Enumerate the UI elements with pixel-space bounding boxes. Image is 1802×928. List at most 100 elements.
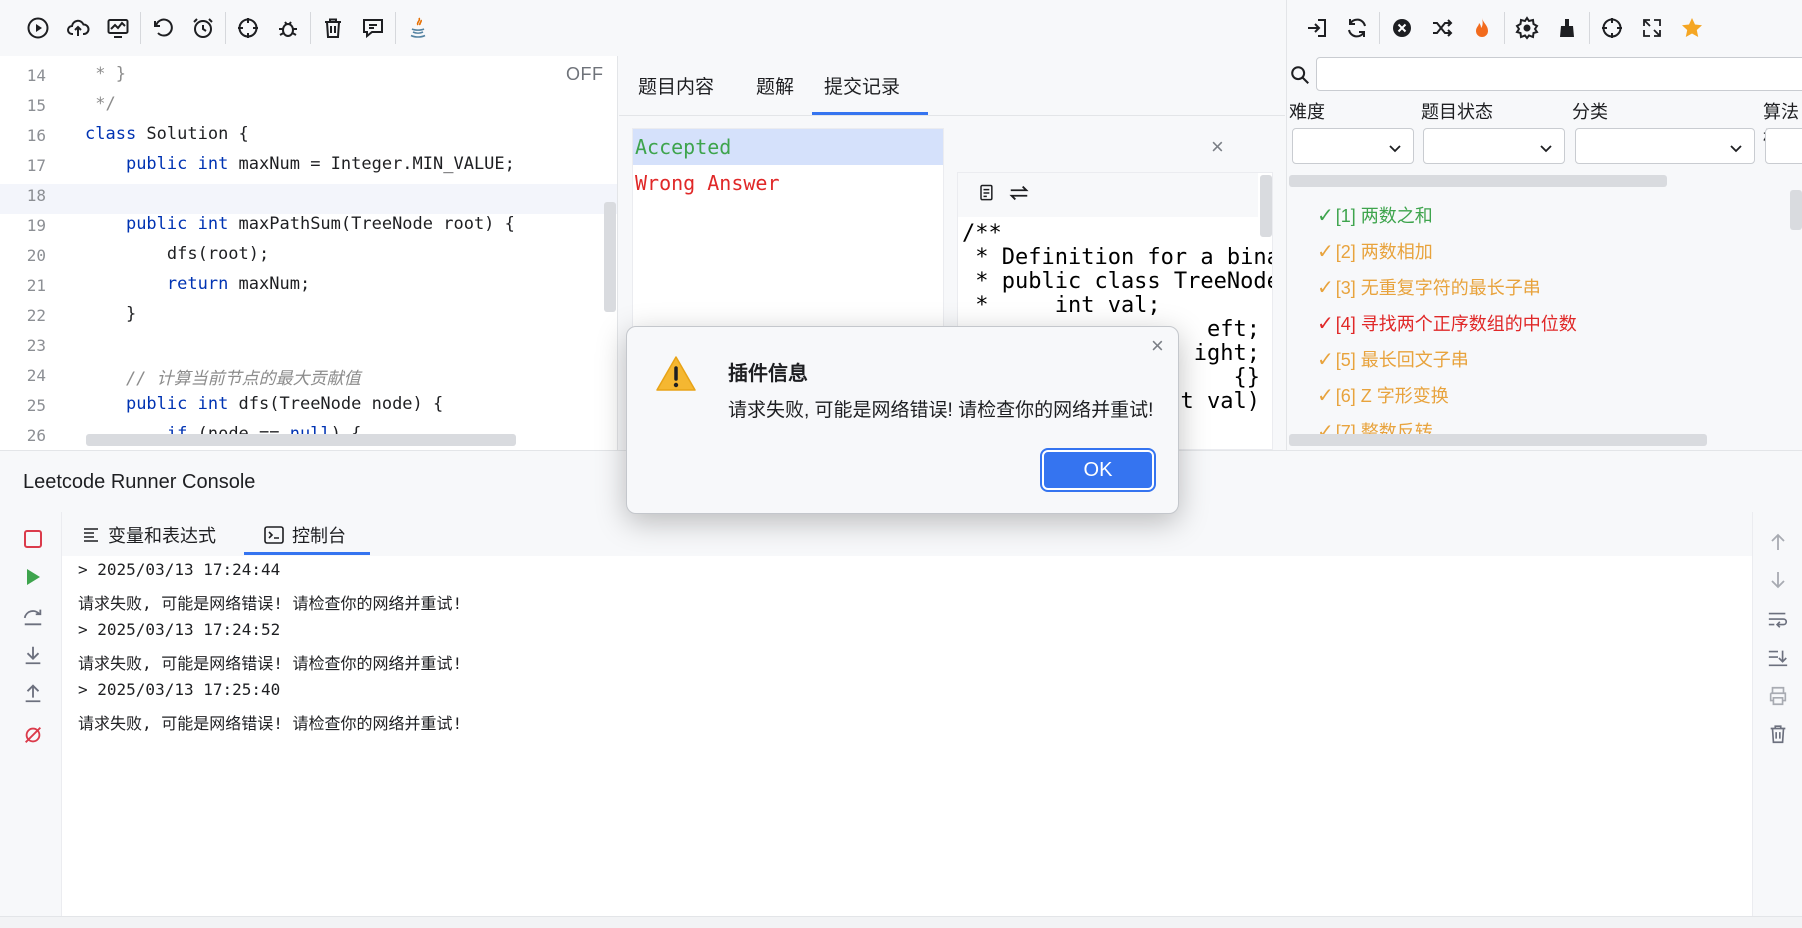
check-icon: ✓ [1317, 241, 1334, 263]
scroll-up-button[interactable] [1766, 530, 1790, 554]
editor-horizontal-scrollbar[interactable] [86, 434, 516, 446]
submission-item-accepted[interactable]: Accepted [633, 129, 943, 165]
line-number: 19 [26, 216, 46, 235]
java-icon [410, 17, 426, 38]
code-text: maxNum = Integer.MIN_VALUE; [228, 154, 515, 174]
filter-horizontal-scrollbar[interactable] [1289, 175, 1667, 187]
comment-button[interactable] [353, 8, 393, 48]
login-button[interactable] [1297, 8, 1337, 48]
trash-icon [325, 18, 341, 38]
mute-breakpoints-button[interactable] [20, 722, 46, 748]
print-button[interactable] [1766, 684, 1790, 708]
debug-button[interactable] [268, 8, 308, 48]
ok-button[interactable]: OK [1040, 448, 1156, 492]
crosshair-icon [1602, 18, 1622, 38]
off-indicator[interactable]: OFF [566, 64, 604, 85]
code-editor[interactable]: OFF 14 * } 15 */ 16 class Solution {17 publ… [0, 56, 618, 450]
scroll-down-button[interactable] [1766, 568, 1790, 592]
code-view-scrollbar[interactable] [1260, 175, 1272, 237]
shuffle-icon [1433, 19, 1453, 37]
copy-button[interactable] [976, 183, 996, 208]
dialog-title: 插件信息 [728, 363, 808, 385]
code-text: */ [85, 94, 116, 114]
java-language-button[interactable] [398, 8, 438, 48]
line-number: 21 [26, 276, 46, 295]
stop-button[interactable] [20, 526, 46, 552]
code-keyword: class [85, 124, 137, 144]
locate-button[interactable] [228, 8, 268, 48]
sync-button[interactable] [1632, 8, 1672, 48]
random-button[interactable] [1422, 8, 1462, 48]
category-select[interactable] [1575, 128, 1755, 164]
question-title: [6] Z 字形变换 [1335, 386, 1449, 406]
console-left-toolbar [0, 512, 62, 916]
refresh-button[interactable] [1337, 8, 1377, 48]
console-output[interactable]: > 2025/03/13 17:24:44 请求失败, 可能是网络错误! 请检查你… [62, 556, 1752, 916]
editor-vertical-scrollbar[interactable] [604, 202, 616, 312]
line-number: 22 [26, 306, 46, 325]
line-number: 23 [26, 336, 46, 355]
submission-code-line-fragment: eft; [1207, 317, 1260, 342]
step-over-button[interactable] [20, 604, 46, 630]
comment-icon [363, 19, 383, 39]
question-item[interactable]: ✓ [1] 两数之和 [1317, 202, 1433, 228]
swap-icon [1009, 185, 1029, 200]
status-select[interactable] [1423, 128, 1565, 164]
difficulty-select[interactable] [1292, 128, 1414, 164]
question-item[interactable]: ✓ [3] 无重复字符的最长子串 [1317, 274, 1541, 300]
clear-console-button[interactable] [1766, 722, 1790, 746]
question-item[interactable]: ✓ [2] 两数相加 [1317, 238, 1433, 264]
question-list-scrollbar[interactable] [1790, 190, 1802, 230]
question-item[interactable]: ✓ [6] Z 字形变换 [1317, 382, 1449, 408]
soft-wrap-button[interactable] [1766, 608, 1790, 632]
algorithm-select[interactable] [1765, 128, 1802, 164]
code-line: class Solution { [85, 124, 249, 144]
close-icon[interactable]: × [1151, 333, 1164, 359]
step-out-button[interactable] [20, 680, 46, 706]
line-number: 24 [26, 366, 46, 385]
submission-code-line-fragment: {} [1233, 365, 1261, 390]
question-item[interactable]: ✓ [5] 最长回文子串 [1317, 346, 1469, 372]
settings-button[interactable] [1507, 8, 1547, 48]
question-list-horizontal-scrollbar[interactable] [1289, 434, 1707, 446]
tab-variables[interactable]: 变量和表达式 [82, 522, 216, 548]
scroll-to-end-button[interactable] [1766, 646, 1790, 670]
submit-button[interactable] [58, 8, 98, 48]
step-into-button[interactable] [20, 642, 46, 668]
code-line: public int dfs(TreeNode node) { [85, 394, 443, 414]
tab-problem-content[interactable]: 题目内容 [638, 72, 714, 99]
timer-button[interactable] [183, 8, 223, 48]
download-arrow-icon [25, 646, 41, 665]
cancel-button[interactable] [1382, 8, 1422, 48]
delete-button[interactable] [313, 8, 353, 48]
console-line: > 2025/03/13 17:24:44 [78, 560, 281, 579]
refresh-icon [1348, 18, 1366, 38]
clean-button[interactable] [1547, 8, 1587, 48]
tab-console[interactable]: 控制台 [264, 522, 346, 548]
hot-button[interactable] [1462, 8, 1502, 48]
chevron-down-icon [1540, 145, 1552, 153]
tab-solution[interactable]: 题解 [756, 72, 794, 99]
close-icon[interactable]: × [1211, 134, 1224, 160]
line-number: 20 [26, 246, 46, 265]
swap-button[interactable] [1008, 182, 1030, 209]
monitor-button[interactable] [98, 8, 138, 48]
favorite-button[interactable] [1672, 8, 1712, 48]
locate-question-button[interactable] [1592, 8, 1632, 48]
question-item[interactable]: ✓ [4] 寻找两个正序数组的中位数 [1317, 310, 1577, 336]
current-line-highlight [0, 184, 617, 214]
check-icon: ✓ [1317, 313, 1334, 335]
run-button[interactable] [18, 8, 58, 48]
submission-item-wrong-answer[interactable]: Wrong Answer [633, 165, 943, 201]
filter-label-status: 题目状态 [1421, 102, 1493, 122]
tab-submissions[interactable]: 提交记录 [824, 72, 900, 99]
search-input[interactable] [1316, 57, 1802, 91]
submission-code-line: * Definition for a bina [962, 245, 1273, 270]
submission-code-line-fragment: nt val) [1167, 389, 1260, 414]
copy-icon [980, 184, 993, 200]
rerun-button[interactable] [20, 564, 46, 590]
code-line: */ [85, 94, 116, 114]
code-text: Solution { [136, 124, 249, 144]
reset-button[interactable] [143, 8, 183, 48]
